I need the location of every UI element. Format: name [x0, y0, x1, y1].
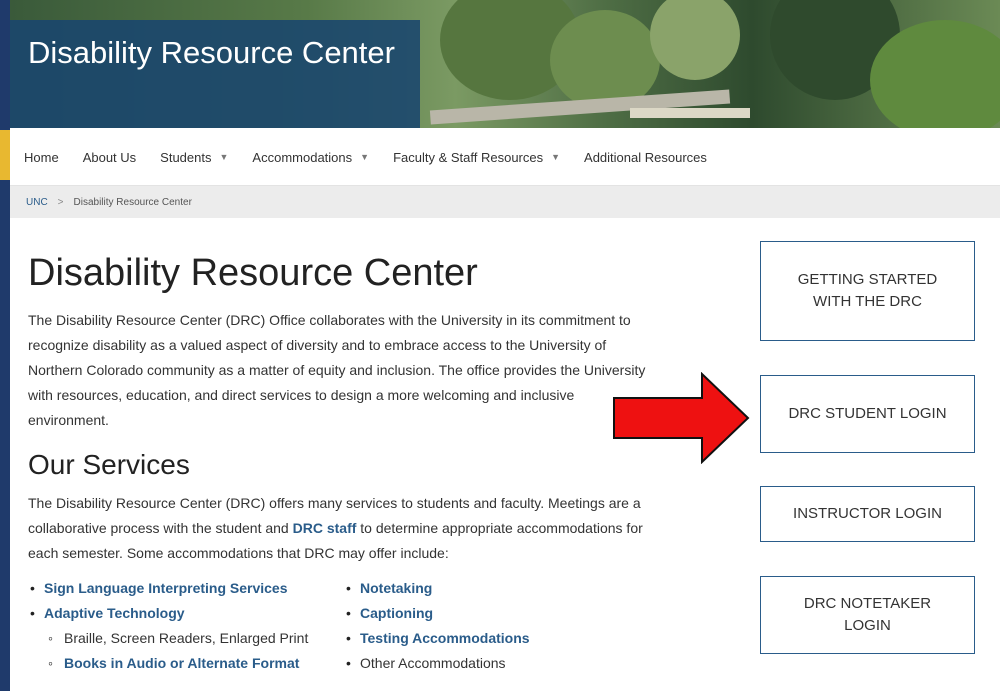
services-lists: Sign Language Interpreting Services Adap… — [28, 576, 648, 676]
list-item[interactable]: Testing Accommodations — [344, 626, 530, 651]
drc-student-login-button[interactable]: DRC STUDENT LOGIN — [760, 375, 975, 453]
chevron-down-icon: ▼ — [360, 152, 370, 162]
button-label: INSTRUCTOR LOGIN — [793, 505, 942, 522]
nav-item-students[interactable]: Students ▼ — [160, 150, 228, 165]
page-title: Disability Resource Center — [28, 252, 478, 294]
instructor-login-button[interactable]: INSTRUCTOR LOGIN — [760, 486, 975, 542]
chevron-down-icon: ▼ — [551, 152, 561, 162]
site-title[interactable]: Disability Resource Center — [28, 36, 420, 70]
hero-banner: Disability Resource Center — [10, 0, 1000, 128]
drc-notetaker-login-button[interactable]: DRC NOTETAKER LOGIN — [760, 576, 975, 654]
sign-language-link[interactable]: Sign Language Interpreting Services — [44, 580, 288, 596]
list-item[interactable]: Sign Language Interpreting Services — [28, 576, 344, 601]
captioning-link[interactable]: Captioning — [360, 605, 433, 621]
hero-walkway — [630, 108, 750, 118]
services-heading: Our Services — [28, 449, 190, 480]
services-paragraph: The Disability Resource Center (DRC) off… — [28, 491, 648, 566]
nav-label: Additional Resources — [584, 149, 707, 165]
main-nav: Home About Us Students ▼ Accommodations ▼ … — [10, 128, 1000, 186]
services-list-left: Sign Language Interpreting Services Adap… — [28, 576, 344, 676]
notetaking-link[interactable]: Notetaking — [360, 580, 432, 596]
testing-accommodations-link[interactable]: Testing Accommodations — [360, 630, 530, 646]
main-content: Disability Resource Center The Disabilit… — [28, 250, 648, 676]
button-label: GETTING STARTED WITH THE DRC — [797, 271, 938, 310]
nav-item-about-us[interactable]: About Us — [83, 150, 136, 165]
breadcrumb-unc-link[interactable]: UNC — [26, 197, 48, 208]
services-list-right: Notetaking Captioning Testing Accommodat… — [344, 576, 530, 676]
breadcrumb-current: Disability Resource Center — [73, 196, 192, 208]
list-item: Braille, Screen Readers, Enlarged Print — [28, 626, 344, 651]
nav-item-home[interactable]: Home — [24, 150, 59, 165]
nav-label: Home — [24, 149, 59, 165]
list-item[interactable]: Books in Audio or Alternate Format — [28, 651, 344, 676]
gold-accent — [0, 130, 10, 180]
nav-label: Faculty & Staff Resources — [393, 149, 544, 165]
drc-staff-link[interactable]: DRC staff — [293, 520, 357, 536]
page: Disability Resource Center Home About Us… — [10, 0, 1000, 691]
list-item-text: Other Accommodations — [360, 655, 506, 671]
button-label: DRC STUDENT LOGIN — [788, 405, 947, 422]
intro-paragraph: The Disability Resource Center (DRC) Off… — [28, 312, 646, 428]
button-label: DRC NOTETAKER LOGIN — [803, 595, 932, 634]
books-audio-link[interactable]: Books in Audio or Alternate Format — [64, 655, 299, 671]
list-item-text: Braille, Screen Readers, Enlarged Print — [64, 630, 309, 646]
breadcrumb: UNC > Disability Resource Center — [10, 186, 1000, 218]
nav-item-additional-resources[interactable]: Additional Resources — [584, 150, 707, 165]
chevron-down-icon: ▼ — [219, 152, 229, 162]
list-item[interactable]: Captioning — [344, 601, 530, 626]
breadcrumb-separator: > — [57, 196, 64, 208]
hero-tree — [650, 0, 740, 80]
nav-item-faculty-staff[interactable]: Faculty & Staff Resources ▼ — [393, 150, 560, 165]
arrow-shape — [613, 372, 750, 464]
adaptive-technology-link[interactable]: Adaptive Technology — [44, 605, 185, 621]
site-title-box: Disability Resource Center — [10, 20, 420, 128]
list-item: Other Accommodations — [344, 651, 530, 676]
nav-label: About Us — [82, 149, 137, 165]
red-arrow-icon — [613, 372, 750, 464]
nav-label: Accommodations — [252, 149, 353, 165]
list-item[interactable]: Notetaking — [344, 576, 530, 601]
nav-item-accommodations[interactable]: Accommodations ▼ — [252, 150, 369, 165]
nav-label: Students — [160, 149, 212, 165]
list-item[interactable]: Adaptive Technology — [28, 601, 344, 626]
getting-started-button[interactable]: GETTING STARTED WITH THE DRC — [760, 241, 975, 341]
